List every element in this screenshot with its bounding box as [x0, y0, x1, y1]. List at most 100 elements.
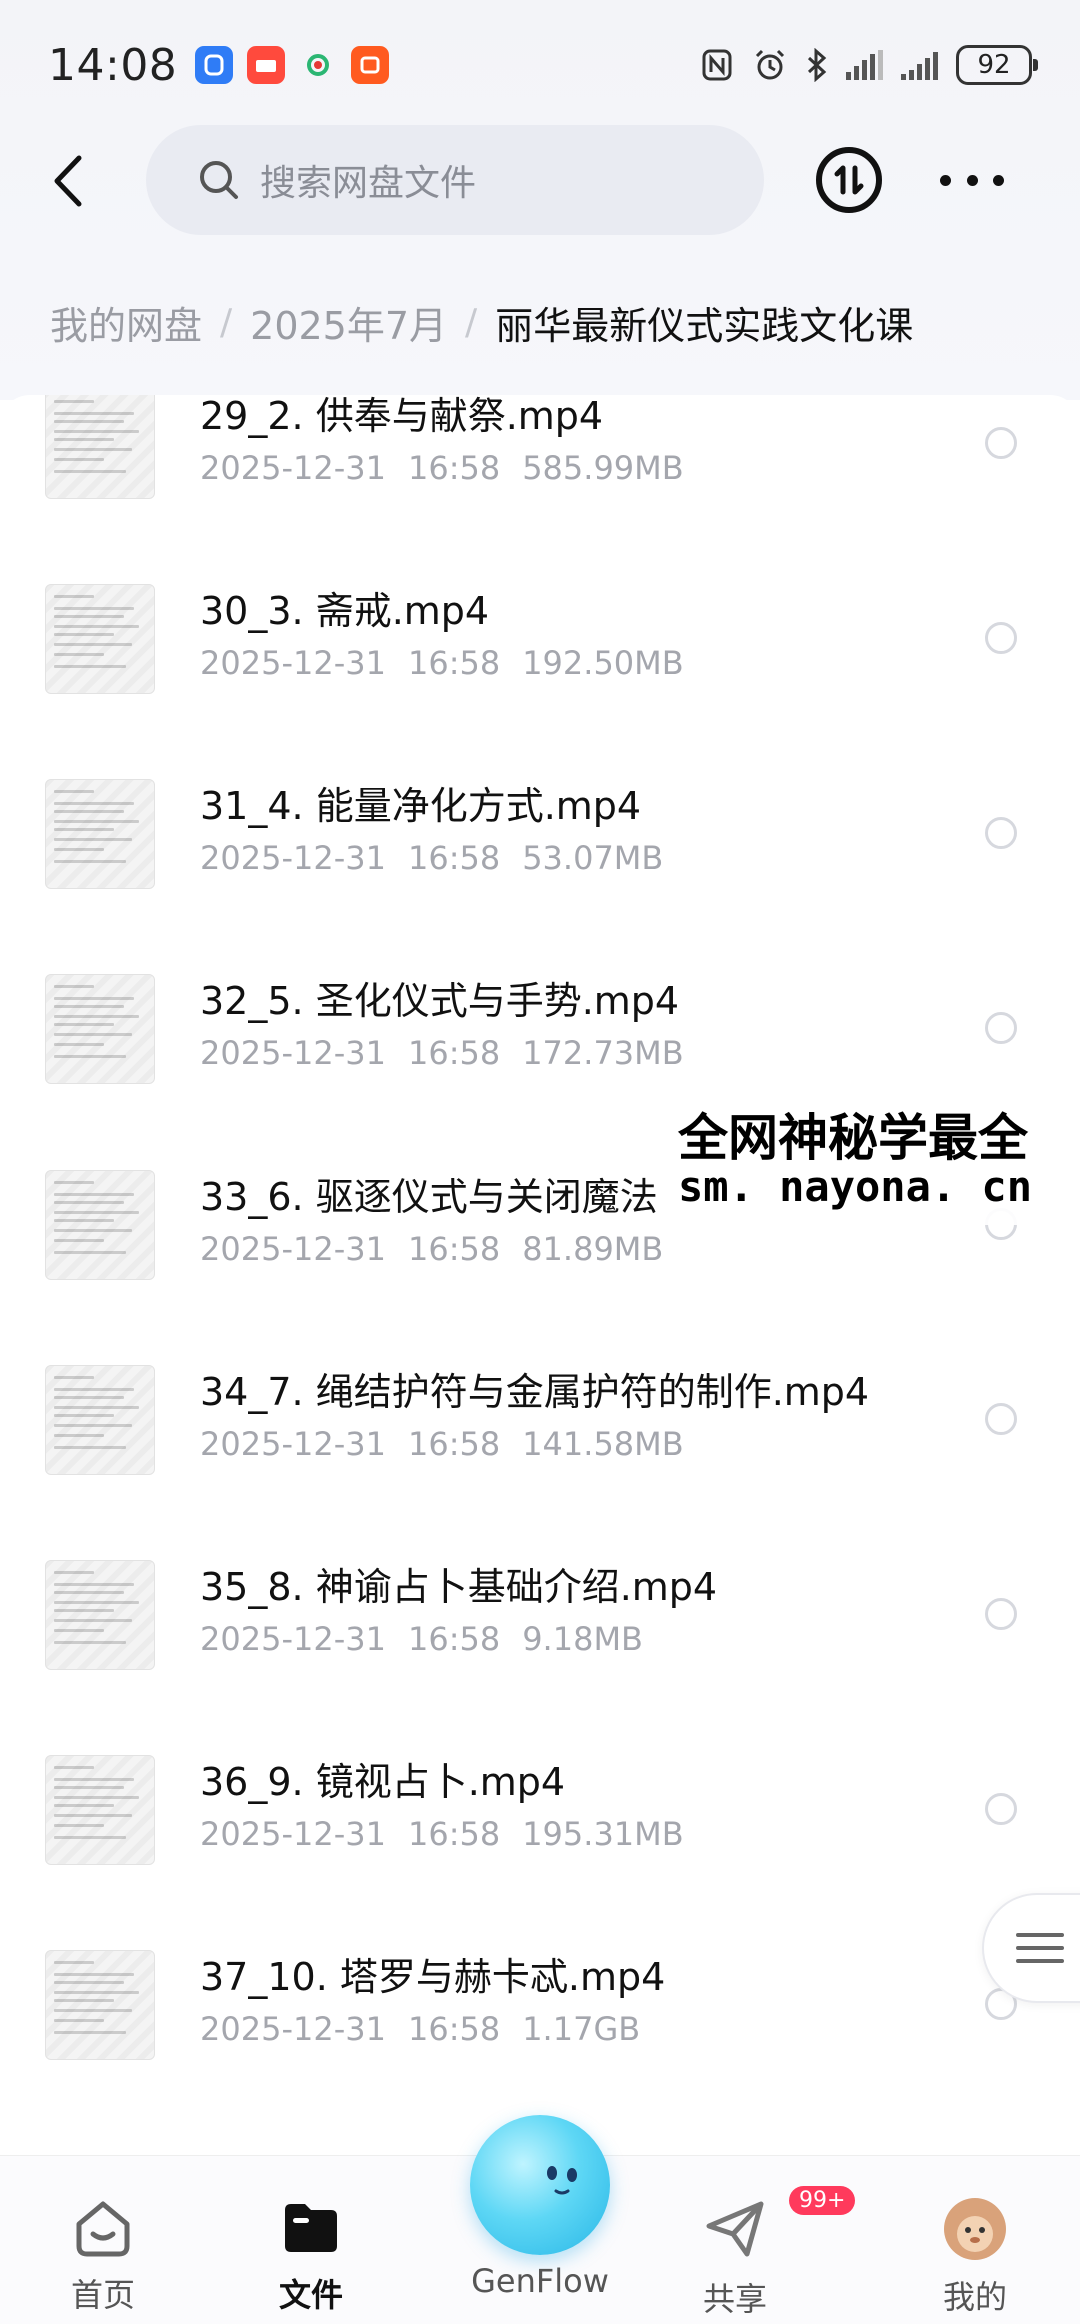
- genflow-face-icon: [547, 2166, 577, 2195]
- file-row[interactable]: 29_2. 供奉与献祭.mp4 2025-12-31 16:58 585.99MB: [0, 395, 1080, 542]
- more-options-button[interactable]: [940, 155, 1004, 205]
- file-name: 31_4. 能量净化方式.mp4: [200, 784, 642, 828]
- file-time: 16:58: [407, 2010, 501, 2048]
- search-input[interactable]: 搜索网盘文件: [146, 125, 764, 235]
- file-name: 30_3. 斋戒.mp4: [200, 589, 490, 633]
- file-name: 33_6. 驱逐仪式与关闭魔法: [200, 1175, 658, 1219]
- bluetooth-icon: [807, 48, 827, 82]
- file-time: 16:58: [407, 1620, 501, 1658]
- alarm-icon: [755, 49, 785, 80]
- status-time: 14:08: [48, 39, 178, 91]
- breadcrumb-item-current: 丽华最新仪式实践文化课: [495, 304, 914, 348]
- file-row[interactable]: 35_8. 神谕占卜基础介绍.mp4 2025-12-31 16:58 9.18MB: [0, 1518, 1080, 1713]
- transfer-icon: [834, 165, 864, 195]
- nav-genflow-label: GenFlow: [471, 2262, 609, 2300]
- folder-icon: [285, 2204, 337, 2252]
- file-row[interactable]: 31_4. 能量净化方式.mp4 2025-12-31 16:58 53.07MB: [0, 737, 1080, 932]
- file-date: 2025-12-31: [200, 1230, 386, 1268]
- file-meta: 2025-12-31 16:58 172.73MB: [200, 1034, 684, 1072]
- file-date: 2025-12-31: [200, 1425, 386, 1463]
- chevron-left-icon: [54, 155, 82, 207]
- file-meta: 2025-12-31 16:58 53.07MB: [200, 839, 663, 877]
- status-bar: 14:08 92: [0, 30, 1080, 100]
- file-size: 53.07MB: [522, 839, 664, 877]
- file-meta: 2025-12-31 16:58 192.50MB: [200, 644, 684, 682]
- transfer-button[interactable]: [816, 147, 882, 213]
- file-thumbnail: [45, 779, 155, 889]
- select-checkbox[interactable]: [985, 427, 1017, 459]
- file-row[interactable]: 37_10. 塔罗与赫卡忒.mp4 2025-12-31 16:58 1.17GB: [0, 1908, 1080, 2103]
- file-thumbnail: [45, 1755, 155, 1865]
- file-meta: 2025-12-31 16:58 141.58MB: [200, 1425, 684, 1463]
- file-meta: 2025-12-31 16:58 9.18MB: [200, 1620, 643, 1658]
- share-badge: 99+: [789, 2186, 856, 2215]
- search-icon: [200, 161, 238, 199]
- home-icon: [76, 2201, 130, 2257]
- file-name: 29_2. 供奉与献祭.mp4: [200, 395, 604, 438]
- select-checkbox[interactable]: [985, 1793, 1017, 1825]
- app-notification-icon: [195, 46, 234, 84]
- genflow-button[interactable]: [470, 2115, 610, 2255]
- file-row[interactable]: 34_7. 绳结护符与金属护符的制作.mp4 2025-12-31 16:58 141…: [0, 1323, 1080, 1518]
- more-dot-icon: [940, 174, 951, 186]
- breadcrumb-separator: /: [220, 302, 233, 343]
- battery-indicator: 92: [956, 45, 1038, 85]
- select-checkbox[interactable]: [985, 622, 1017, 654]
- paper-plane-icon: [706, 2201, 764, 2257]
- header: 搜索网盘文件: [0, 125, 1080, 237]
- select-checkbox[interactable]: [985, 1403, 1017, 1435]
- nav-mine[interactable]: 我的: [900, 2196, 1050, 2318]
- watermark-url: sm. nayona. cn: [678, 1162, 1033, 1211]
- select-checkbox[interactable]: [985, 817, 1017, 849]
- avatar-icon: [944, 2198, 1006, 2260]
- breadcrumb-item-folder[interactable]: 2025年7月: [250, 295, 447, 350]
- more-dot-icon: [966, 174, 978, 186]
- file-date: 2025-12-31: [200, 839, 386, 877]
- file-meta: 2025-12-31 16:58 81.89MB: [200, 1230, 663, 1268]
- status-app-icons: [195, 46, 390, 84]
- file-row[interactable]: 36_9. 镜视占卜.mp4 2025-12-31 16:58 195.31MB: [0, 1713, 1080, 1908]
- file-thumbnail: [45, 1950, 155, 2060]
- file-size: 141.58MB: [522, 1425, 684, 1463]
- file-thumbnail: [45, 1560, 155, 1670]
- file-size: 195.31MB: [522, 1815, 684, 1853]
- file-list: 29_2. 供奉与献祭.mp4 2025-12-31 16:58 585.99MB 30…: [0, 395, 1080, 2155]
- status-indicators: 92: [700, 45, 1038, 85]
- app-notification-icon: [299, 46, 337, 84]
- file-time: 16:58: [407, 1815, 501, 1853]
- menu-icon: [1016, 1933, 1064, 1963]
- nav-files[interactable]: 文件: [236, 2196, 386, 2316]
- file-time: 16:58: [407, 1034, 501, 1072]
- nav-share-label: 共享: [702, 2280, 767, 2318]
- file-date: 2025-12-31: [200, 1815, 386, 1853]
- select-checkbox[interactable]: [985, 1012, 1017, 1044]
- file-size: 192.50MB: [522, 644, 684, 682]
- nav-files-label: 文件: [278, 2276, 343, 2314]
- file-name: 34_7. 绳结护符与金属护符的制作.mp4: [200, 1370, 870, 1414]
- file-time: 16:58: [407, 449, 501, 487]
- file-meta: 2025-12-31 16:58 195.31MB: [200, 1815, 684, 1853]
- file-time: 16:58: [407, 1230, 501, 1268]
- file-name: 37_10. 塔罗与赫卡忒.mp4: [200, 1955, 666, 1999]
- back-button[interactable]: [40, 153, 96, 209]
- file-thumbnail: [45, 1170, 155, 1280]
- file-date: 2025-12-31: [200, 1620, 386, 1658]
- file-row[interactable]: 30_3. 斋戒.mp4 2025-12-31 16:58 192.50MB: [0, 542, 1080, 737]
- breadcrumb-item-root[interactable]: 我的网盘: [50, 295, 202, 350]
- watermark-text: 全网神秘学最全: [678, 1109, 1028, 1167]
- nav-home-label: 首页: [70, 2276, 135, 2314]
- nav-home[interactable]: 首页: [28, 2196, 178, 2316]
- signal-icon: [846, 50, 883, 80]
- file-name: 35_8. 神谕占卜基础介绍.mp4: [200, 1565, 718, 1609]
- file-meta: 2025-12-31 16:58 1.17GB: [200, 2010, 640, 2048]
- file-time: 16:58: [407, 1425, 501, 1463]
- breadcrumb-separator: /: [465, 302, 478, 343]
- file-thumbnail: [45, 584, 155, 694]
- file-thumbnail: [45, 395, 155, 499]
- nav-share[interactable]: 99+ 共享: [660, 2186, 856, 2320]
- select-checkbox[interactable]: [985, 1598, 1017, 1630]
- breadcrumb: 我的网盘 / 2025年7月 / 丽华最新仪式实践文化课: [50, 295, 913, 350]
- file-size: 81.89MB: [522, 1230, 664, 1268]
- file-name: 32_5. 圣化仪式与手势.mp4: [200, 979, 680, 1023]
- file-date: 2025-12-31: [200, 1034, 386, 1072]
